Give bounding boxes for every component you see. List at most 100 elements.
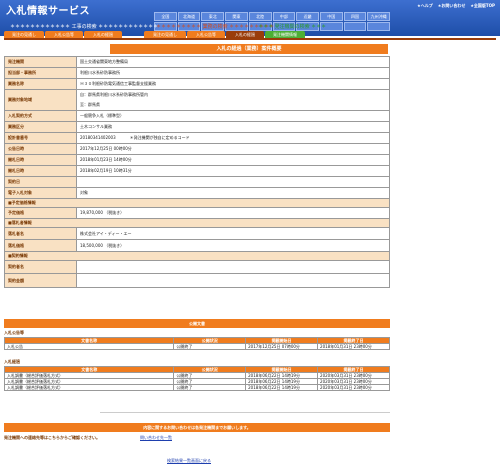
detail-key: 契約日 xyxy=(4,176,77,188)
region2-9[interactable] xyxy=(367,22,391,31)
detail-value: 2018年02月19日 10時31分 xyxy=(76,165,390,177)
detail-value: 一般競争入札（標準型） xyxy=(76,110,390,122)
detail-value: 20180341402003 ＊発注機関が独自に定めるコード xyxy=(76,132,390,144)
inquiry-note: 発注機関への連絡先等はこちらからご確認ください。 xyxy=(4,435,100,440)
detail-value: 対象 xyxy=(76,187,390,199)
detail-key: 設計書番号 xyxy=(4,132,77,144)
detail-key: 担当部・事務所 xyxy=(4,67,77,79)
tab-row: 発注の見通し 入札公告等 入札の経過 発注の見通し 入札公告等 入札の経過 発注… xyxy=(4,31,496,38)
detail-key: 予定価格 xyxy=(4,207,77,219)
tab-service-notice[interactable]: 入札公告等 xyxy=(187,31,225,38)
detail-row: 開札日時 2018年01月23日 14時00分 xyxy=(4,154,390,166)
detail-row: 入札契約方式 一般競争入札（標準型） xyxy=(4,110,390,122)
service-search-label: ＊＊＊＊＊＊＊＊＊ 業務の検索 ＊＊＊＊＊＊＊＊＊ xyxy=(156,24,275,30)
table-row: 入札調書（総合評価落札方式） 公開終了 2018年06月22日 14時19分 2… xyxy=(3,384,390,391)
tab-service-outlook[interactable]: 発注の見通し xyxy=(144,31,186,38)
doc-status: 公開終了 xyxy=(173,343,247,350)
work-search-label: ＊＊＊＊＊＊＊＊＊＊＊＊ 工事の検索 ＊＊＊＊＊＊＊＊＊＊＊＊ xyxy=(10,24,159,30)
tab-service-progress[interactable]: 入札の経過 xyxy=(226,31,264,38)
doc-end: 2020年03月31日 23時00分 xyxy=(317,384,390,391)
help-link[interactable]: ★ヘルプ xyxy=(417,2,433,10)
detail-key: 落札者名 xyxy=(4,227,77,240)
detail-value: 株式会社アイ・ディー・エー xyxy=(76,227,390,240)
tab-work-outlook[interactable]: 発注の見通し xyxy=(4,31,44,38)
tab-work-notice[interactable]: 入札公告等 xyxy=(45,31,83,38)
region-chugoku[interactable]: 中国 xyxy=(319,12,343,21)
tab-work-progress[interactable]: 入札の経過 xyxy=(84,31,122,38)
section-row: ■落札者情報 xyxy=(4,218,390,228)
back-to-results-link[interactable]: 検索結果一覧画面に戻る xyxy=(167,458,211,464)
doc-name-link[interactable]: 入札公告 xyxy=(3,343,175,350)
progress-group-label: 入札経過 xyxy=(4,359,20,364)
detail-key: 電子入札対象 xyxy=(4,187,77,199)
detail-row: 落札価格 18,500,000 （税抜き） xyxy=(4,239,390,252)
detail-value: 19,870,000 （税抜き） xyxy=(76,207,390,219)
agency-search-label: ＊＊＊ 発注機関の検索 ＊＊＊ xyxy=(258,24,327,30)
detail-key: 入札契約方式 xyxy=(4,110,77,122)
detail-row: 担当部・事務所 利根川水系砂防事務所 xyxy=(4,67,390,79)
design-number-note: ＊発注機関が独自に定めるコード xyxy=(129,135,190,140)
detail-key: 開札日時 xyxy=(4,165,77,177)
contact-link[interactable]: ★お問い合わせ xyxy=(438,2,466,10)
region2-8[interactable] xyxy=(343,22,367,31)
detail-key: 業務区分 xyxy=(4,121,77,133)
detail-key: 業務対象地域 xyxy=(4,89,77,111)
detail-row: 公告日時 2017年12月25日 00時00分 xyxy=(4,143,390,155)
page-title: 入札の経過（業務）案件概要 xyxy=(110,44,388,54)
detail-value: 2018年01月23日 14時00分 xyxy=(76,154,390,166)
detail-table: 発注機関 国土交通省関東地方整備局 担当部・事務所 利根川水系砂防事務所 業務名称 Ｈ… xyxy=(4,56,390,288)
detail-row: 業務名称 Ｈ３０利根砂防電気通信工事監督支援業務 xyxy=(4,78,390,90)
region-chubu[interactable]: 中部 xyxy=(272,12,296,21)
divider xyxy=(100,412,390,413)
national-top-link[interactable]: ★全国版TOP xyxy=(470,2,495,10)
detail-value: 自：群馬県利根川水系砂防事務所管内 至：群馬県 xyxy=(76,89,390,111)
doc-status: 公開終了 xyxy=(173,384,247,391)
detail-row: 落札者名 株式会社アイ・ディー・エー xyxy=(4,227,390,240)
detail-row: 予定価格 19,870,000 （税抜き） xyxy=(4,207,390,219)
region-hokuriku[interactable]: 北陸 xyxy=(248,12,272,21)
region-zenkoku[interactable]: 全国 xyxy=(154,12,177,21)
detail-key: 契約金額 xyxy=(4,273,77,288)
section-row: ■契約情報 xyxy=(4,251,390,261)
detail-value: 2017年12月25日 00時00分 xyxy=(76,143,390,155)
detail-row: 契約日 xyxy=(4,176,390,188)
tab-agency-info[interactable]: 発注機関情報 xyxy=(265,31,305,38)
detail-value xyxy=(76,273,390,288)
region-shikoku[interactable]: 四国 xyxy=(343,12,367,21)
top-links: ★ヘルプ ★お問い合わせ ★全国版TOP xyxy=(300,2,495,10)
inquiry-bar: 内容に関するお問い合わせは各発注機関までお願いします。 xyxy=(4,423,390,432)
detail-key: 業務名称 xyxy=(4,78,77,90)
region-kyushu[interactable]: 九州沖縄 xyxy=(367,12,391,21)
detail-value: 利根川水系砂防事務所 xyxy=(76,67,390,79)
inquiry-list-link[interactable]: 問い合わせ先一覧 xyxy=(140,435,172,441)
detail-row: 発注機関 国土交通省関東地方整備局 xyxy=(4,56,390,68)
area-from: 自：群馬県利根川水系砂防事務所管内 xyxy=(80,92,148,97)
detail-row: 開札日時 2018年02月19日 10時31分 xyxy=(4,165,390,177)
area-to: 至：群馬県 xyxy=(80,102,100,107)
detail-row: 電子入札対象 対象 xyxy=(4,187,390,199)
detail-row: 業務区分 土木コンサル業務 xyxy=(4,121,390,133)
doc-start: 2018年06月22日 14時19分 xyxy=(245,384,319,391)
tab-underline xyxy=(4,38,496,40)
region-nav: 全国 北海道 東北 関東 北陸 中部 近畿 中国 四国 九州沖縄 xyxy=(154,12,391,21)
region-kinki[interactable]: 近畿 xyxy=(296,12,319,21)
region-kanto[interactable]: 関東 xyxy=(225,12,248,21)
doc-name-link[interactable]: 入札調書（総合評価落札方式） xyxy=(3,384,175,391)
tab-spacer xyxy=(123,31,143,38)
detail-value: 18,500,000 （税抜き） xyxy=(76,239,390,252)
detail-value: 土木コンサル業務 xyxy=(76,121,390,133)
region-tohoku[interactable]: 東北 xyxy=(201,12,225,21)
doc-end: 2018年01月31日 23時00分 xyxy=(317,343,390,350)
region-hokkaido[interactable]: 北海道 xyxy=(177,12,201,21)
detail-key: 開札日時 xyxy=(4,154,77,166)
detail-row: 契約者名 xyxy=(4,260,390,274)
detail-row: 業務対象地域 自：群馬県利根川水系砂防事務所管内 至：群馬県 xyxy=(4,89,390,111)
contract-section-title: ■契約情報 xyxy=(4,251,390,261)
detail-value: Ｈ３０利根砂防電気通信工事監督支援業務 xyxy=(76,78,390,90)
app-title: 入札情報サービス xyxy=(6,6,90,17)
design-number: 20180341402003 xyxy=(80,135,116,140)
table-row: 入札公告 公開終了 2017年12月25日 07時00分 2018年01月31日… xyxy=(3,343,390,350)
doc-start: 2017年12月25日 07時00分 xyxy=(245,343,319,350)
detail-value xyxy=(76,176,390,188)
detail-key: 公告日時 xyxy=(4,143,77,155)
